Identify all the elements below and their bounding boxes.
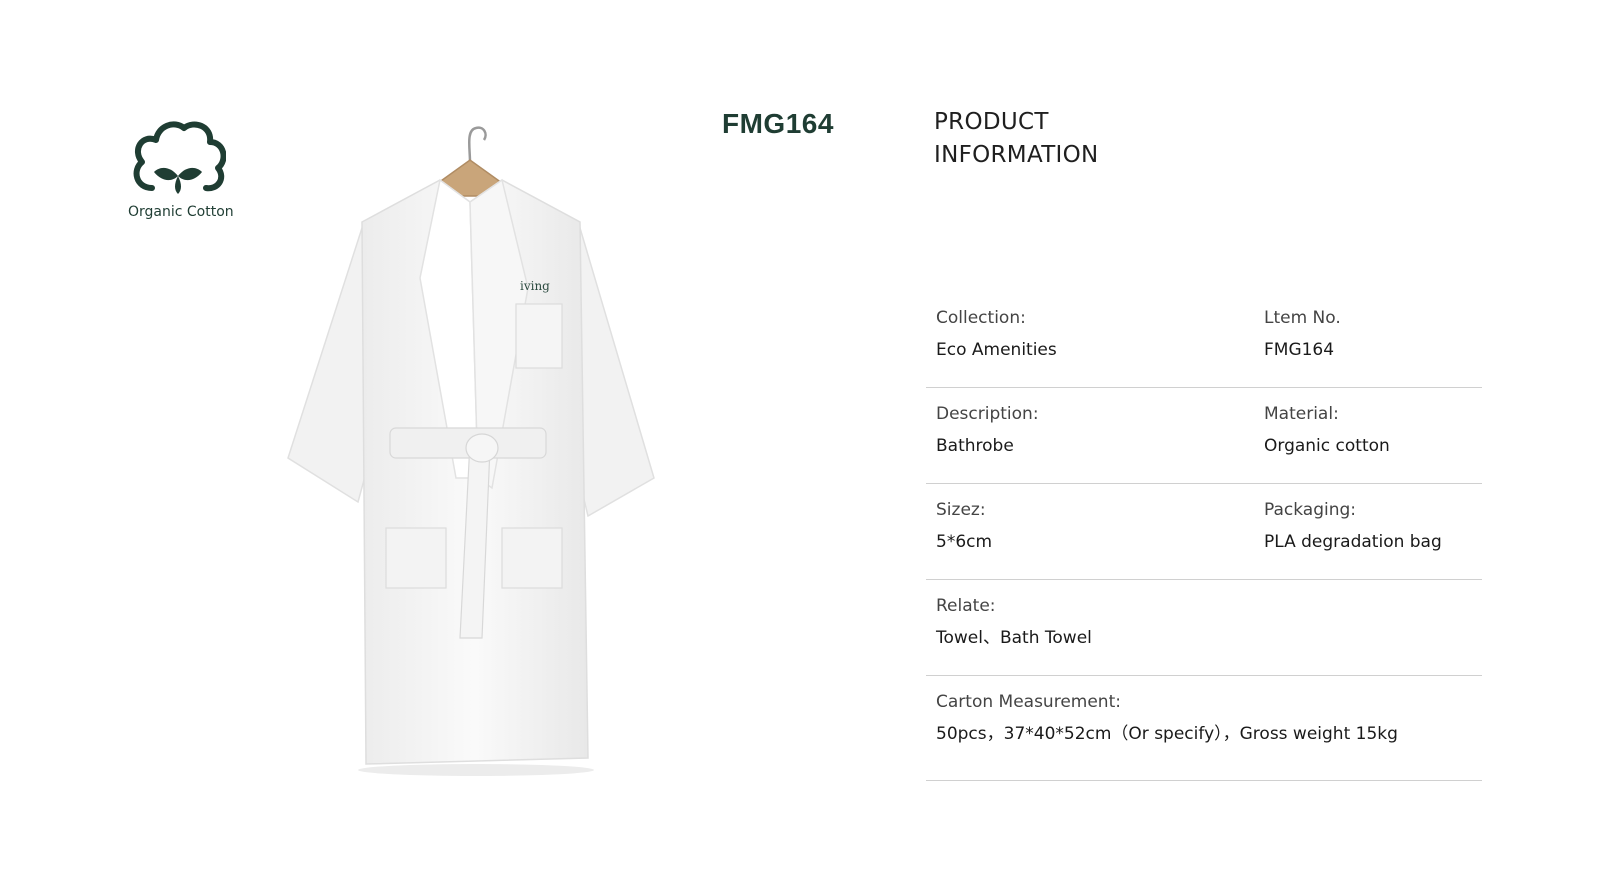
item-no-label: Ltem No. bbox=[1264, 308, 1341, 328]
product-sku-title: FMG164 bbox=[722, 108, 834, 139]
collection-label: Collection: bbox=[936, 308, 1026, 328]
info-row: Description: Bathrobe Material: Organic … bbox=[926, 388, 1482, 484]
collection-field: Collection: Eco Amenities bbox=[926, 292, 1254, 387]
section-title-line1: PRODUCT bbox=[934, 109, 1049, 135]
carton-field: Carton Measurement: 50pcs，37*40*52cm（Or … bbox=[926, 676, 1482, 780]
robe-embroidery: iving bbox=[520, 279, 550, 293]
packaging-field: Packaging: PLA degradation bag bbox=[1254, 484, 1482, 579]
carton-label: Carton Measurement: bbox=[936, 692, 1121, 712]
size-value: 5*6cm bbox=[936, 532, 993, 552]
info-row: Carton Measurement: 50pcs，37*40*52cm（Or … bbox=[926, 676, 1482, 781]
collection-value: Eco Amenities bbox=[936, 340, 1057, 360]
cotton-boll-icon bbox=[133, 121, 226, 194]
product-info-table: Collection: Eco Amenities Ltem No. FMG16… bbox=[926, 292, 1482, 781]
section-title-line2: INFORMATION bbox=[934, 142, 1099, 168]
size-label: Sizez: bbox=[936, 500, 986, 520]
description-label: Description: bbox=[936, 404, 1039, 424]
material-field: Material: Organic cotton bbox=[1254, 388, 1482, 483]
item-no-field: Ltem No. FMG164 bbox=[1254, 292, 1482, 387]
item-no-value: FMG164 bbox=[1264, 340, 1335, 360]
bathrobe-image: iving bbox=[287, 126, 655, 776]
info-row: Collection: Eco Amenities Ltem No. FMG16… bbox=[926, 292, 1482, 388]
relate-value: Towel、Bath Towel bbox=[936, 628, 1092, 648]
packaging-label: Packaging: bbox=[1264, 500, 1357, 520]
badge-label: Organic Cotton bbox=[128, 204, 234, 220]
section-title: PRODUCT INFORMATION bbox=[934, 106, 1099, 172]
organic-cotton-badge: Organic Cotton bbox=[128, 120, 234, 220]
relate-label: Relate: bbox=[936, 596, 996, 616]
packaging-value: PLA degradation bag bbox=[1264, 532, 1442, 552]
info-row: Sizez: 5*6cm Packaging: PLA degradation … bbox=[926, 484, 1482, 580]
description-value: Bathrobe bbox=[936, 436, 1014, 456]
material-value: Organic cotton bbox=[1264, 436, 1390, 456]
info-row: Relate: Towel、Bath Towel bbox=[926, 580, 1482, 676]
size-field: Sizez: 5*6cm bbox=[926, 484, 1254, 579]
relate-field: Relate: Towel、Bath Towel bbox=[926, 580, 1482, 675]
description-field: Description: Bathrobe bbox=[926, 388, 1254, 483]
carton-value: 50pcs，37*40*52cm（Or specify），Gross weigh… bbox=[936, 724, 1398, 744]
material-label: Material: bbox=[1264, 404, 1339, 424]
